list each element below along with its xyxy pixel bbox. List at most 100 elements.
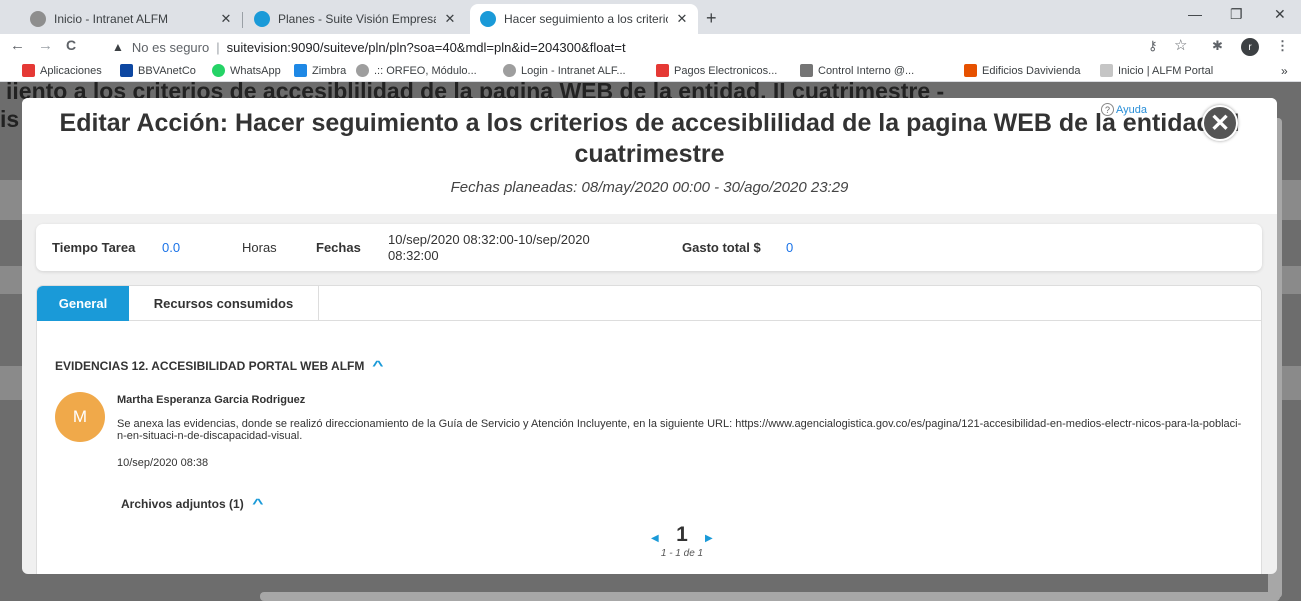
tab-title: Inicio - Intranet ALFM: [54, 12, 169, 26]
edit-action-modal: Editar Acción: Hacer seguimiento a los c…: [22, 98, 1277, 574]
bookmark-control-interno[interactable]: Control Interno @...: [800, 64, 914, 77]
browser-tabstrip: Inicio - Intranet ALFM ✕ Planes - Suite …: [0, 0, 1301, 34]
bookmark-label: Zimbra: [312, 64, 347, 77]
bbva-icon: [120, 64, 133, 77]
suitevision-favicon-icon: [254, 11, 270, 27]
bookmarks-bar: Aplicaciones BBVAnetCo WhatsApp Zimbra .…: [0, 60, 1301, 82]
total-cost-label: Gasto total $: [682, 240, 761, 255]
avatar: M: [55, 392, 105, 442]
pagos-icon: [656, 64, 669, 77]
dates-value-cont: 08:32:00: [388, 248, 439, 263]
profile-avatar[interactable]: r: [1241, 38, 1259, 56]
bookmark-label: Aplicaciones: [40, 64, 102, 77]
tab-title: Hacer seguimiento a los criterios: [504, 12, 668, 26]
previous-page-icon[interactable]: ◀: [651, 533, 659, 544]
orfeo-icon: [356, 64, 369, 77]
security-status: No es seguro: [131, 39, 210, 55]
reload-button[interactable]: C: [66, 37, 76, 53]
bookmark-label: Edificios Davivienda: [982, 64, 1081, 77]
bookmark-label: WhatsApp: [230, 64, 281, 77]
tab-close-icon[interactable]: ✕: [442, 11, 458, 27]
bookmark-apps[interactable]: Aplicaciones: [22, 64, 102, 77]
bookmark-label: BBVAnetCo: [138, 64, 196, 77]
bookmark-zimbra[interactable]: Zimbra: [294, 64, 346, 77]
browser-tab-active[interactable]: Hacer seguimiento a los criterios ✕: [470, 4, 698, 34]
address-bar[interactable]: ▲ No es seguro | suitevision:9090/suitev…: [112, 36, 1262, 58]
bookmark-pagos[interactable]: Pagos Electronicos...: [656, 64, 777, 77]
suitevision-favicon-icon: [480, 11, 496, 27]
control-interno-icon: [800, 64, 813, 77]
modal-header: Editar Acción: Hacer seguimiento a los c…: [22, 98, 1277, 214]
bookmark-label: .:: ORFEO, Módulo...: [374, 64, 477, 77]
omnibox-separator: |: [216, 39, 220, 55]
task-summary-card: Tiempo Tarea 0.0 Horas Fechas 10/sep/202…: [36, 224, 1262, 271]
minimize-button[interactable]: —: [1188, 6, 1202, 22]
page-horizontal-scrollbar[interactable]: [260, 592, 1280, 601]
action-tabs-panel: General Recursos consumidos EVIDENCIAS 1…: [36, 285, 1262, 574]
next-page-icon[interactable]: ▶: [705, 533, 713, 544]
planned-dates: Fechas planeadas: 08/may/2020 00:00 - 30…: [450, 179, 849, 196]
bookmark-login-intranet[interactable]: Login - Intranet ALF...: [503, 64, 626, 77]
tab-title: Planes - Suite Visión Empresarial: [278, 12, 436, 26]
tab-close-icon[interactable]: ✕: [218, 11, 234, 27]
modal-title: Editar Acción: Hacer seguimiento a los c…: [59, 109, 1240, 168]
bookmark-label: Pagos Electronicos...: [674, 64, 778, 77]
intranet-favicon-icon: [30, 11, 46, 27]
evidence-section-header[interactable]: EVIDENCIAS 12. ACCESIBILIDAD PORTAL WEB …: [55, 358, 384, 373]
bookmark-bbva[interactable]: BBVAnetCo: [120, 64, 196, 77]
dates-label: Fechas: [316, 240, 361, 255]
davivienda-house-icon: [964, 64, 977, 77]
pagination: ◀ 1 ▶ 1 - 1 de 1: [637, 523, 727, 559]
not-secure-warning-icon[interactable]: ▲: [112, 40, 124, 54]
bookmark-whatsapp[interactable]: WhatsApp: [212, 64, 281, 77]
tab-bar: General Recursos consumidos: [37, 286, 1261, 321]
help-link[interactable]: ? Ayuda: [1101, 103, 1147, 116]
tab-general[interactable]: General: [37, 286, 129, 321]
bookmark-alfm-portal[interactable]: Inicio | ALFM Portal: [1100, 64, 1213, 77]
tab-divider: [242, 12, 243, 28]
browser-tab-planes[interactable]: Planes - Suite Visión Empresarial ✕: [244, 4, 466, 34]
page-content: iiento a los criterios de accesiblilidad…: [0, 82, 1301, 601]
whatsapp-icon: [212, 64, 225, 77]
comment-date: 10/sep/2020 08:38: [117, 457, 209, 469]
bookmark-star-icon[interactable]: ☆: [1174, 36, 1187, 54]
chevron-up-icon[interactable]: ^: [372, 358, 383, 373]
bookmark-davivienda[interactable]: Edificios Davivienda: [964, 64, 1080, 77]
comment-author: Martha Esperanza Garcia Rodriguez: [117, 394, 306, 406]
attachments-title: Archivos adjuntos (1): [121, 496, 244, 511]
pagination-info: 1 - 1 de 1: [660, 548, 704, 559]
comment-text: Se anexa las evidencias, donde se realiz…: [117, 418, 1242, 442]
alfm-portal-icon: [1100, 64, 1113, 77]
restore-button[interactable]: ❐: [1230, 6, 1243, 23]
forward-button[interactable]: →: [38, 37, 53, 54]
dates-value: 10/sep/2020 08:32:00-10/sep/2020: [388, 232, 590, 247]
browser-toolbar: ← → C ▲ No es seguro | suitevision:9090/…: [0, 34, 1301, 60]
password-key-icon[interactable]: ⚷: [1148, 38, 1158, 54]
url-text: suitevision:9090/suiteve/pln/pln?soa=40&…: [226, 39, 626, 55]
zimbra-icon: [294, 64, 307, 77]
help-label: Ayuda: [1116, 103, 1147, 116]
tab-close-icon[interactable]: ✕: [674, 11, 690, 27]
extensions-icon[interactable]: ✱: [1212, 38, 1223, 54]
window-close-button[interactable]: ✕: [1274, 6, 1286, 23]
tab-recursos-consumidos[interactable]: Recursos consumidos: [129, 286, 319, 321]
help-icon: ?: [1101, 103, 1114, 116]
new-tab-button[interactable]: +: [706, 8, 717, 29]
bookmark-label: Login - Intranet ALF...: [521, 64, 626, 77]
modal-close-button[interactable]: ✕: [1202, 105, 1238, 141]
bookmarks-overflow-button[interactable]: »: [1281, 64, 1288, 78]
intranet-icon: [503, 64, 516, 77]
total-cost-value: 0: [786, 240, 794, 255]
task-time-value: 0.0: [162, 240, 181, 255]
attachments-header[interactable]: Archivos adjuntos (1) ^: [121, 496, 263, 511]
browser-tab-intranet[interactable]: Inicio - Intranet ALFM ✕: [20, 4, 242, 34]
task-time-label: Tiempo Tarea: [52, 240, 136, 255]
bookmark-label: Inicio | ALFM Portal: [1118, 64, 1214, 77]
browser-menu-icon[interactable]: ⋮: [1276, 38, 1289, 54]
bookmark-label: Control Interno @...: [818, 64, 915, 77]
evidence-title: EVIDENCIAS 12. ACCESIBILIDAD PORTAL WEB …: [55, 358, 365, 373]
bookmark-orfeo[interactable]: .:: ORFEO, Módulo...: [356, 64, 477, 77]
chevron-up-icon[interactable]: ^: [252, 496, 263, 511]
hours-label: Horas: [242, 240, 277, 255]
back-button[interactable]: ←: [10, 37, 25, 54]
